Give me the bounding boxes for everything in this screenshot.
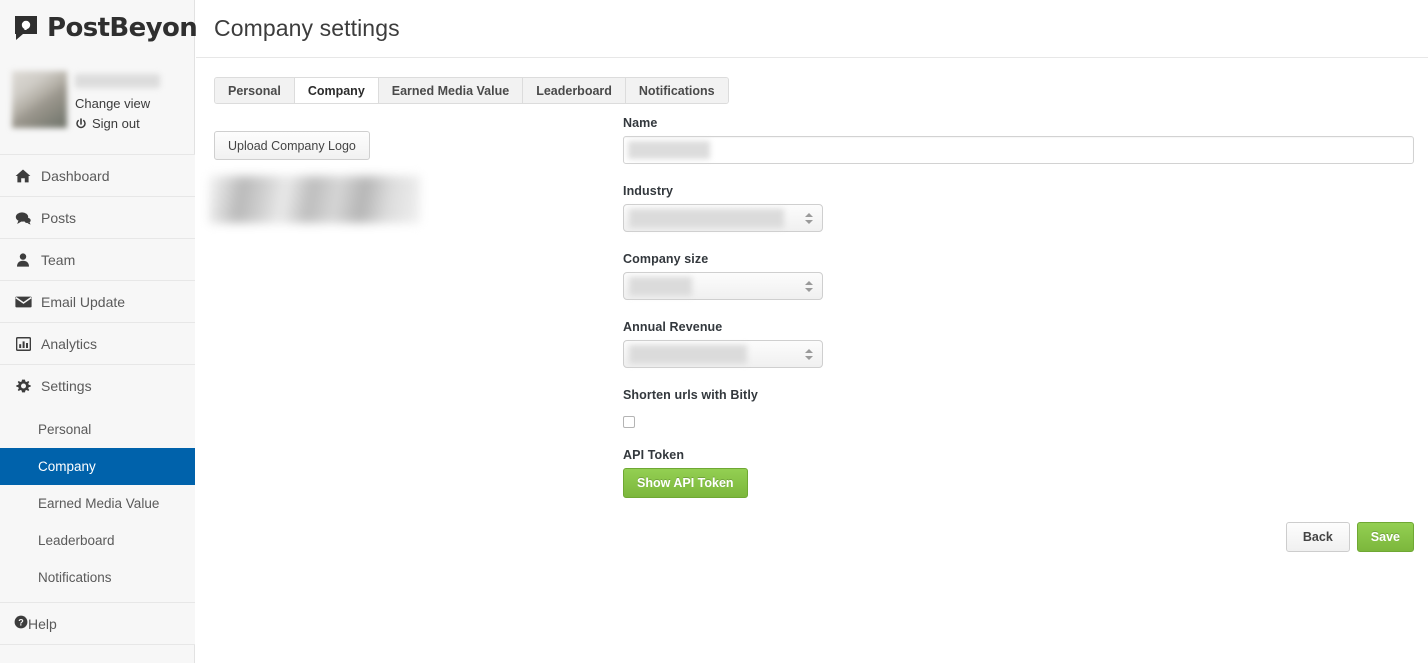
brand-name: PostBeyond [47,13,216,43]
comments-icon [14,210,32,226]
settings-subnav: Personal Company Earned Media Value Lead… [0,407,195,602]
page-header: Company settings [196,0,1428,58]
tab-label: Leaderboard [536,83,612,98]
postbeyond-speech-bubble-logo [12,14,40,42]
sidebar-item-team[interactable]: Team [0,238,195,281]
profile-username [75,74,160,88]
back-button-label: Back [1302,530,1333,544]
sidebar-item-email-update[interactable]: Email Update [0,280,195,323]
field-industry: Industry [623,184,1418,232]
tab-label: Earned Media Value [391,83,510,98]
company-size-select[interactable] [623,272,823,300]
power-icon [75,117,87,130]
name-input-value [628,141,710,159]
chevron-updown-icon [804,211,813,225]
gear-icon [14,378,32,394]
svg-text:?: ? [18,617,24,627]
upload-company-logo-button[interactable]: Upload Company Logo [214,131,370,160]
chevron-updown-icon [804,279,813,293]
sign-out-link[interactable]: Sign out [75,116,140,131]
save-button-label: Save [1370,530,1400,544]
avatar[interactable] [12,71,67,128]
brand-logo[interactable]: PostBeyond ™ [12,14,225,42]
field-bitly: Shorten urls with Bitly [623,388,1418,428]
industry-label: Industry [623,184,674,198]
sidebar-subitem-label: Leaderboard [38,533,115,548]
sidebar-subitem-label: Personal [38,422,92,437]
bar-chart-icon [14,336,32,352]
sidebar-subitem-label: Earned Media Value [38,496,160,511]
tab-label: Notifications [638,83,715,98]
sidebar-item-dashboard[interactable]: Dashboard [0,154,195,197]
bitly-label: Shorten urls with Bitly [623,388,758,402]
home-icon [14,168,32,184]
sidebar-item-analytics[interactable]: Analytics [0,322,195,365]
tab-label: Personal [228,83,281,98]
back-button[interactable]: Back [1285,522,1350,552]
question-circle-icon: ? [14,615,28,632]
page-title: Company settings [214,15,400,41]
tab-company[interactable]: Company [294,78,379,103]
sidebar-subitem-notifications[interactable]: Notifications [0,559,195,596]
user-icon [14,252,32,268]
field-annual-revenue: Annual Revenue [623,320,1418,368]
bitly-checkbox[interactable] [623,416,635,428]
tab-earned-media-value[interactable]: Earned Media Value [378,78,524,103]
sign-out-label: Sign out [92,116,140,131]
annual-revenue-select[interactable] [623,340,823,368]
company-settings-form: Name Industry Company size Annual Revenu… [623,116,1418,498]
chevron-updown-icon [804,347,813,361]
tab-leaderboard[interactable]: Leaderboard [523,78,626,103]
form-actions: Back Save [1285,522,1414,552]
settings-tabs: Personal Company Earned Media Value Lead… [214,77,729,104]
show-api-token-label: Show API Token [637,476,734,490]
sidebar-item-help[interactable]: ? Help [0,602,195,645]
field-api-token: API Token Show API Token [623,448,1418,498]
field-name: Name [623,116,1418,164]
annual-revenue-select-value [629,345,747,364]
show-api-token-button[interactable]: Show API Token [623,468,748,498]
app-root: PostBeyond ™ Change view Sign out [0,0,1428,663]
annual-revenue-label: Annual Revenue [623,320,723,334]
sidebar-subitem-company[interactable]: Company [0,448,195,485]
sidebar-subitem-personal[interactable]: Personal [0,411,195,448]
save-button[interactable]: Save [1356,522,1414,552]
sidebar-item-label: Analytics [41,335,98,352]
envelope-icon [14,294,32,310]
upload-company-logo-label: Upload Company Logo [228,138,356,153]
company-size-select-value [629,277,692,296]
sidebar-item-settings[interactable]: Settings [0,364,195,407]
tab-label: Company [307,83,365,98]
sidebar-item-label: Help [28,615,57,632]
industry-select[interactable] [623,204,823,232]
field-company-size: Company size [623,252,1418,300]
name-input[interactable] [623,136,1414,164]
tab-personal[interactable]: Personal [215,78,295,103]
sidebar-item-label: Team [41,251,76,268]
change-view-link[interactable]: Change view [75,96,150,111]
sidebar-subitem-leaderboard[interactable]: Leaderboard [0,522,195,559]
sidebar-item-label: Dashboard [41,167,110,184]
company-size-label: Company size [623,252,709,266]
main-content: Company settings Personal Company Earned… [196,0,1428,663]
sidebar: PostBeyond ™ Change view Sign out [0,0,225,663]
sidebar-item-label: Posts [41,209,77,226]
company-logo-preview [209,176,420,223]
sidebar-item-label: Settings [41,378,92,394]
sidebar-item-posts[interactable]: Posts [0,196,195,239]
industry-select-value [629,209,784,228]
tab-notifications[interactable]: Notifications [625,78,728,103]
sidebar-subitem-label: Notifications [38,570,112,585]
sidebar-subitem-label: Company [38,459,96,474]
api-token-label: API Token [623,448,685,462]
profile-block: Change view Sign out [12,71,187,131]
sidebar-nav: Dashboard Posts Team Email Update Analyt… [0,154,195,645]
sidebar-subitem-earned-media-value[interactable]: Earned Media Value [0,485,195,522]
name-label: Name [623,116,658,130]
sidebar-item-label: Email Update [41,293,126,310]
